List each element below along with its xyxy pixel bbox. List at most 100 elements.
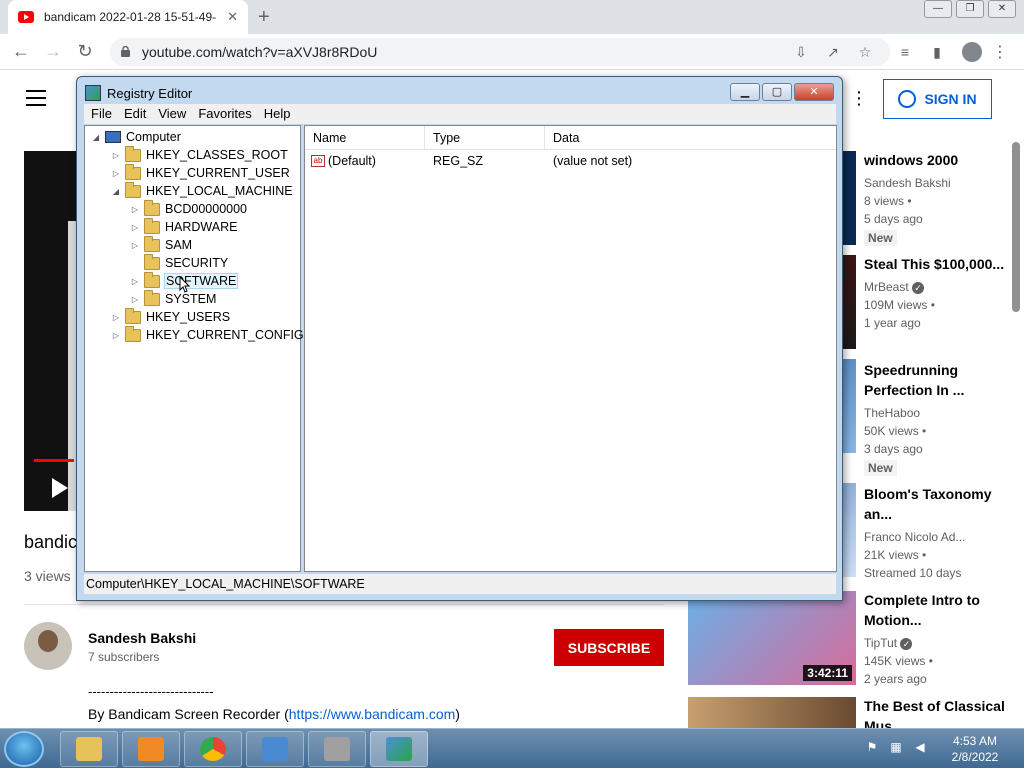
window-title: Registry Editor <box>85 85 192 101</box>
action-center-icon[interactable]: ⚑ <box>864 739 880 755</box>
column-header-data[interactable]: Data <box>545 126 836 150</box>
minimize-button[interactable]: — <box>924 0 952 18</box>
rec-thumbnail[interactable]: 3:42:11 <box>688 591 856 685</box>
hamburger-menu-icon[interactable] <box>26 90 46 111</box>
value-row[interactable]: ab (Default) REG_SZ (value not set) <box>305 152 632 170</box>
expand-icon[interactable]: ▷ <box>111 151 121 160</box>
control-panel-icon <box>262 737 288 761</box>
subscribe-button[interactable]: SUBSCRIBE <box>554 629 664 666</box>
folder-icon <box>144 289 160 306</box>
key-tree: ◢ Computer ▷ HKEY_CLASSES_ROOT ▷ HKEY_CU… <box>84 125 304 572</box>
rec-item[interactable]: Speedrunning Perfection In ... TheHaboo … <box>864 360 1014 476</box>
close-button[interactable]: ✕ <box>988 0 1016 18</box>
network-icon[interactable]: ▦ <box>888 739 904 755</box>
folder-icon <box>144 253 160 270</box>
share-icon[interactable]: ↗ <box>824 43 842 61</box>
tree-node-hkey-users[interactable]: ▷ HKEY_USERS <box>111 307 230 326</box>
expand-icon[interactable]: ▷ <box>130 277 140 286</box>
volume-icon[interactable]: ◀ <box>912 739 928 755</box>
reload-icon[interactable]: ↻ <box>74 41 96 62</box>
sign-in-button[interactable]: SIGN IN <box>883 79 992 119</box>
taskbar-control-panel[interactable] <box>246 731 304 767</box>
media-player-icon <box>138 737 164 761</box>
play-icon[interactable] <box>52 478 68 498</box>
collapse-icon[interactable]: ◢ <box>91 133 101 142</box>
expand-icon[interactable]: ▷ <box>130 241 140 250</box>
rec-thumbnail[interactable] <box>688 697 856 728</box>
start-button[interactable] <box>4 731 44 767</box>
tree-node-sam[interactable]: ▷ SAM <box>130 235 192 254</box>
collapse-icon[interactable]: ◢ <box>111 187 121 196</box>
taskbar-regedit[interactable] <box>370 731 428 767</box>
back-arrow-icon[interactable]: ← <box>10 41 32 62</box>
tree-node-hkey-local-machine[interactable]: ◢ HKEY_LOCAL_MACHINE <box>111 181 293 200</box>
star-icon[interactable]: ☆ <box>856 43 874 61</box>
system-tray: ⚑ ▦ ◀ <box>864 739 928 755</box>
address-bar[interactable]: youtube.com/watch?v=aXVJ8r8RDoU <box>110 38 890 66</box>
folder-icon <box>144 271 160 288</box>
page-scrollbar[interactable] <box>1012 142 1020 312</box>
expand-icon[interactable]: ▷ <box>130 205 140 214</box>
profile-avatar-icon[interactable] <box>962 42 982 62</box>
forward-arrow-icon[interactable]: → <box>42 41 64 62</box>
channel-name[interactable]: Sandesh Bakshi <box>88 630 196 646</box>
tab-close-icon[interactable]: ✕ <box>227 9 238 25</box>
menu-favorites[interactable]: Favorites <box>198 104 251 124</box>
side-panel-icon[interactable]: ▮ <box>928 43 946 61</box>
menu-edit[interactable]: Edit <box>124 104 146 124</box>
status-bar: Computer\HKEY_LOCAL_MACHINE\SOFTWARE <box>84 574 836 594</box>
expand-icon[interactable]: ▷ <box>130 295 140 304</box>
close-button[interactable]: ✕ <box>794 83 834 101</box>
description-link[interactable]: https://www.bandicam.com <box>289 706 456 722</box>
clock[interactable]: 4:53 AM 2/8/2022 <box>940 733 1010 765</box>
chrome-menu-icon[interactable]: ⋮ <box>992 42 1008 62</box>
expand-icon[interactable]: ▷ <box>111 313 121 322</box>
new-tab-button[interactable]: + <box>258 6 270 29</box>
expand-icon[interactable]: ▷ <box>111 331 121 340</box>
tab-strip: bandicam 2022-01-28 15-51-49- ✕ + — ❐ ✕ <box>0 0 1024 34</box>
taskbar: ⚑ ▦ ◀ 4:53 AM 2/8/2022 <box>0 728 1024 768</box>
rec-item[interactable]: The Best of Classical Mus... <box>864 696 1014 728</box>
install-icon[interactable]: ⇩ <box>792 43 810 61</box>
tree-node-hkey-current-user[interactable]: ▷ HKEY_CURRENT_USER <box>111 163 290 182</box>
verified-icon: ✓ <box>912 282 925 294</box>
menu-help[interactable]: Help <box>264 104 291 124</box>
maximize-button[interactable]: ❐ <box>956 0 984 18</box>
rec-item[interactable]: Complete Intro to Motion... TipTut ✓ 145… <box>864 590 1014 688</box>
folder-icon <box>125 307 141 324</box>
column-header-type[interactable]: Type <box>425 126 545 150</box>
tree-node-computer[interactable]: ◢ Computer <box>91 128 181 146</box>
browser-tab[interactable]: bandicam 2022-01-28 15-51-49- ✕ <box>8 0 248 34</box>
taskbar-media-player[interactable] <box>122 731 180 767</box>
tree-node-hardware[interactable]: ▷ HARDWARE <box>130 217 237 236</box>
channel-avatar[interactable] <box>24 622 72 670</box>
media-control-icon[interactable]: ≡ <box>896 43 914 61</box>
rec-item[interactable]: windows 2000 Sandesh Bakshi 8 views • 5 … <box>864 150 1014 246</box>
taskbar-chrome[interactable] <box>184 731 242 767</box>
minimize-button[interactable]: ▁ <box>730 83 760 101</box>
settings-menu-icon[interactable]: ⋮ <box>850 88 868 109</box>
registry-editor-window: Registry Editor ▁ ▢ ✕ File Edit View Fav… <box>76 76 843 601</box>
regedit-window-controls: ▁ ▢ ✕ <box>730 83 834 101</box>
maximize-button[interactable]: ▢ <box>762 83 792 101</box>
new-badge: New <box>864 460 897 476</box>
progress-bar[interactable] <box>34 459 74 462</box>
rec-item[interactable]: Steal This $100,000... MrBeast ✓ 109M vi… <box>864 254 1014 332</box>
lock-icon <box>121 46 130 57</box>
column-header-name[interactable]: Name <box>305 126 425 150</box>
browser-window-controls: — ❐ ✕ <box>924 0 1016 18</box>
tree-node-hkey-classes-root[interactable]: ▷ HKEY_CLASSES_ROOT <box>111 145 288 164</box>
tree-node-hkey-current-config[interactable]: ▷ HKEY_CURRENT_CONFIG <box>111 325 304 344</box>
view-count: 3 views <box>24 568 71 584</box>
expand-icon[interactable]: ▷ <box>130 223 140 232</box>
expand-icon[interactable]: ▷ <box>111 169 121 178</box>
rec-item[interactable]: Bloom's Taxonomy an... Franco Nicolo Ad.… <box>864 484 1014 582</box>
taskbar-firewall[interactable] <box>308 731 366 767</box>
menu-file[interactable]: File <box>91 104 112 124</box>
tree-node-bcd[interactable]: ▷ BCD00000000 <box>130 199 247 218</box>
description-separator: ----------------------------- <box>88 684 214 699</box>
menu-view[interactable]: View <box>158 104 186 124</box>
tree-node-security[interactable]: SECURITY <box>130 253 228 272</box>
tree-node-system[interactable]: ▷ SYSTEM <box>130 289 216 308</box>
taskbar-explorer[interactable] <box>60 731 118 767</box>
